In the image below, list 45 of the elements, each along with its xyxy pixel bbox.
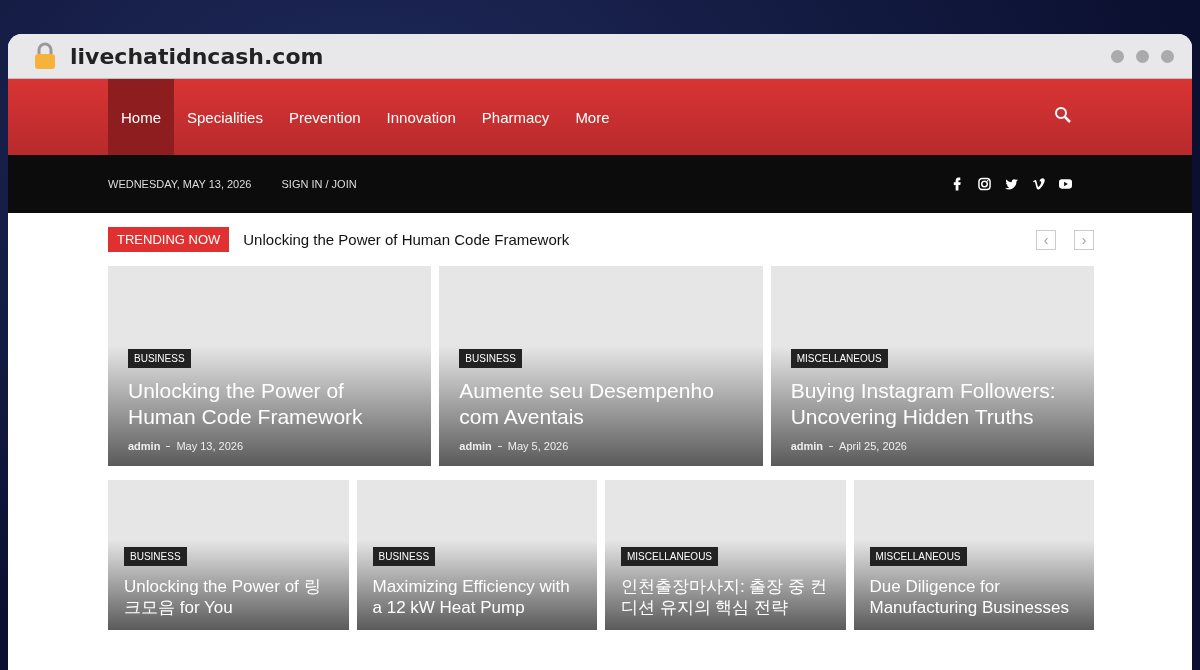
youtube-icon[interactable] xyxy=(1059,177,1072,191)
nav-item[interactable]: Home xyxy=(108,79,174,155)
trending-headline[interactable]: Unlocking the Power of Human Code Framework xyxy=(243,231,1018,248)
post-card[interactable]: BUSINESS Unlocking the Power of 링크모음 for You xyxy=(108,480,349,630)
search-icon[interactable] xyxy=(1054,106,1072,124)
post-card[interactable]: MISCELLANEOUS 인천출장마사지: 출장 중 컨디션 유지의 핵심 전략 xyxy=(605,480,846,630)
post-card[interactable]: BUSINESS Aumente seu Desempenho com Aventais admin May 5, 2026 xyxy=(439,266,763,466)
nav-item[interactable]: More xyxy=(562,79,623,155)
sign-in-link[interactable]: SIGN IN / JOIN xyxy=(281,178,357,190)
category-tag[interactable]: MISCELLANEOUS xyxy=(621,546,719,566)
category-tag[interactable]: MISCELLANEOUS xyxy=(869,546,967,566)
post-title[interactable]: Maximizing Efficiency with a 12 kW Heat Pump xyxy=(372,575,581,618)
post-card[interactable]: MISCELLANEOUS Buying Instagram Followers: Uncovering Hidden Truths admin April 25, 2026 xyxy=(770,266,1094,466)
nav-item[interactable]: Pharmacy xyxy=(468,79,563,155)
author-name[interactable]: admin xyxy=(128,440,161,452)
instagram-icon[interactable] xyxy=(978,177,991,191)
date-text: WEDNESDAY, MAY 13, 2026 xyxy=(108,178,252,190)
facebook-icon[interactable] xyxy=(951,177,964,191)
post-title[interactable]: Unlocking the Power of 링크모음 for You xyxy=(124,575,333,618)
nav-item[interactable]: Innovation xyxy=(373,79,469,155)
post-card[interactable]: MISCELLANEOUS Due Diligence for Manufacturing Businesses xyxy=(853,480,1094,630)
category-tag[interactable]: MISCELLANEOUS xyxy=(790,348,888,368)
window-dot[interactable] xyxy=(1136,49,1149,63)
lock-icon xyxy=(34,42,56,70)
vimeo-icon[interactable] xyxy=(1032,177,1045,191)
post-date: April 25, 2026 xyxy=(839,440,907,452)
window-dot[interactable] xyxy=(1111,49,1124,63)
post-title[interactable]: Due Diligence for Manufacturing Businesses xyxy=(869,575,1078,618)
post-date: May 5, 2026 xyxy=(507,440,569,452)
twitter-icon[interactable] xyxy=(1005,177,1018,191)
post-title[interactable]: 인천출장마사지: 출장 중 컨디션 유지의 핵심 전략 xyxy=(621,575,830,618)
category-tag[interactable]: BUSINESS xyxy=(459,348,522,368)
post-date: May 13, 2026 xyxy=(176,440,244,452)
window-dot[interactable] xyxy=(1161,49,1174,63)
category-tag[interactable]: BUSINESS xyxy=(128,348,191,368)
author-name[interactable]: admin xyxy=(790,440,824,452)
author-name[interactable]: admin xyxy=(459,440,492,452)
nav-item[interactable]: Prevention xyxy=(275,79,374,155)
post-card[interactable]: BUSINESS Unlocking the Power of Human Code Framework admin May 13, 2026 xyxy=(108,266,432,466)
nav-item[interactable]: Specialities xyxy=(174,79,276,155)
url-text[interactable]: livechatidncash.com xyxy=(70,43,1097,69)
category-tag[interactable]: BUSINESS xyxy=(124,546,187,566)
post-card[interactable]: BUSINESS Maximizing Efficiency with a 12 kW Heat Pump xyxy=(356,480,597,630)
trending-label: TRENDING NOW xyxy=(108,227,230,252)
category-tag[interactable]: BUSINESS xyxy=(372,546,436,566)
